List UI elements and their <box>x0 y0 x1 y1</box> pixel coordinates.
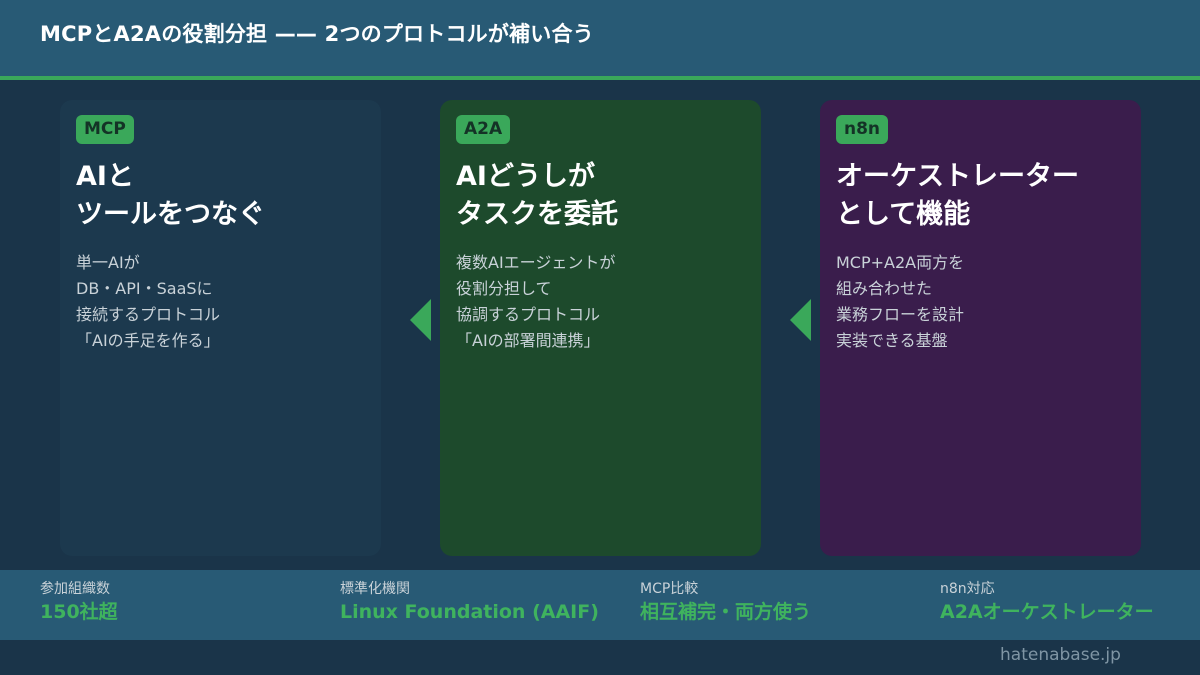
stat-mcp-comparison: MCP比較 相互補完・両方使う <box>640 578 811 624</box>
stat-value: 150社超 <box>40 601 118 623</box>
card-desc-line: 役割分担して <box>456 279 552 298</box>
stat-label: n8n対応 <box>940 581 995 597</box>
card-title-line: ツールをつなぐ <box>76 199 265 230</box>
card-badge-n8n: n8n <box>836 115 889 144</box>
card-a2a: A2A AIどうしが タスクを委託 複数AIエージェントが 役割分担して 協調す… <box>440 100 761 556</box>
card-title-line: AIどうしが <box>456 161 595 192</box>
triangle-left-icon <box>410 299 431 341</box>
stat-participants: 参加組織数 150社超 <box>40 578 118 624</box>
card-desc-line: 組み合わせた <box>836 279 933 298</box>
stats-bar: 参加組織数 150社超 標準化機関 Linux Foundation (AAIF… <box>0 570 1200 640</box>
triangle-left-icon <box>790 299 811 341</box>
card-desc-line: 業務フローを設計 <box>836 305 965 324</box>
card-title-mcp: AIと ツールをつなぐ <box>76 158 265 234</box>
stat-value: 相互補完・両方使う <box>640 601 812 623</box>
card-badge-mcp: MCP <box>76 115 134 144</box>
stat-value: Linux Foundation (AAIF) <box>340 601 599 623</box>
card-title-line: AIと <box>76 161 134 192</box>
card-title-line: として機能 <box>836 199 971 230</box>
stat-standards-body: 標準化機関 Linux Foundation (AAIF) <box>340 578 599 624</box>
header-bar: MCPとA2Aの役割分担 —— 2つのプロトコルが補い合う <box>0 0 1200 76</box>
card-desc-line: 「AIの部署間連携」 <box>456 331 600 350</box>
stat-value: A2Aオーケストレーター <box>940 601 1154 623</box>
card-description-a2a: 複数AIエージェントが 役割分担して 協調するプロトコル 「AIの部署間連携」 <box>456 250 615 354</box>
stat-label: 参加組織数 <box>40 581 110 597</box>
card-desc-line: 単一AIが <box>76 253 140 272</box>
card-title-line: タスクを委託 <box>456 199 618 230</box>
card-badge-a2a: A2A <box>456 115 511 144</box>
card-title-n8n: オーケストレーター として機能 <box>836 158 1079 234</box>
card-n8n: n8n オーケストレーター として機能 MCP+A2A両方を 組み合わせた 業務… <box>820 100 1141 556</box>
card-title-a2a: AIどうしが タスクを委託 <box>456 158 618 234</box>
card-description-mcp: 単一AIが DB・API・SaaSに 接続するプロトコル 「AIの手足を作る」 <box>76 250 220 354</box>
stat-label: MCP比較 <box>640 581 699 597</box>
card-description-n8n: MCP+A2A両方を 組み合わせた 業務フローを設計 実装できる基盤 <box>836 250 964 354</box>
stat-n8n-support: n8n対応 A2Aオーケストレーター <box>940 578 1154 624</box>
card-desc-line: DB・API・SaaSに <box>76 279 213 298</box>
card-mcp: MCP AIと ツールをつなぐ 単一AIが DB・API・SaaSに 接続するプ… <box>60 100 381 556</box>
card-desc-line: MCP+A2A両方を <box>836 253 965 272</box>
card-desc-line: 実装できる基盤 <box>836 331 948 350</box>
card-desc-line: 協調するプロトコル <box>456 305 601 324</box>
header-divider <box>0 76 1200 80</box>
card-desc-line: 「AIの手足を作る」 <box>76 331 220 350</box>
page-title: MCPとA2Aの役割分担 —— 2つのプロトコルが補い合う <box>40 22 594 46</box>
card-title-line: オーケストレーター <box>836 161 1079 192</box>
stat-label: 標準化機関 <box>340 581 410 597</box>
site-credit: hatenabase.jp <box>1000 645 1121 665</box>
card-desc-line: 複数AIエージェントが <box>456 253 616 272</box>
card-desc-line: 接続するプロトコル <box>76 305 221 324</box>
